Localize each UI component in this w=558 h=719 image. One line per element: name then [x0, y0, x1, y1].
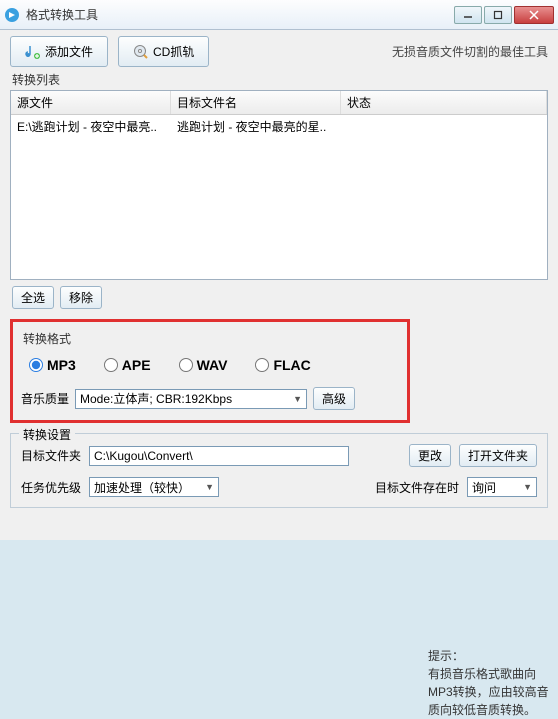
- cd-grab-button[interactable]: CD抓轨: [118, 36, 209, 67]
- titlebar: 格式转换工具: [0, 0, 558, 30]
- radio-mp3-input[interactable]: [29, 358, 43, 372]
- add-file-button[interactable]: 添加文件: [10, 36, 108, 67]
- content-area: 添加文件 CD抓轨 无损音质文件切割的最佳工具 转换列表 源文件 目标文件名 状…: [0, 30, 558, 540]
- remove-button[interactable]: 移除: [60, 286, 102, 309]
- settings-legend: 转换设置: [19, 426, 75, 443]
- row-source: E:\逃跑计划 - 夜空中最亮..: [11, 117, 171, 136]
- cd-icon: [133, 44, 149, 60]
- change-button[interactable]: 更改: [409, 444, 451, 467]
- row-status: [341, 117, 547, 136]
- priority-combo[interactable]: 加速处理（较快） ▼: [89, 477, 219, 497]
- priority-value: 加速处理（较快）: [94, 479, 190, 496]
- priority-label: 任务优先级: [21, 479, 81, 496]
- radio-wav[interactable]: WAV: [179, 357, 228, 373]
- quality-combo[interactable]: Mode:立体声; CBR:192Kbps ▼: [75, 389, 307, 409]
- open-folder-button[interactable]: 打开文件夹: [459, 444, 537, 467]
- conversion-list: 源文件 目标文件名 状态 E:\逃跑计划 - 夜空中最亮.. 逃跑计划 - 夜空…: [10, 90, 548, 280]
- add-file-label: 添加文件: [45, 43, 93, 60]
- radio-wav-input[interactable]: [179, 358, 193, 372]
- app-icon: [4, 7, 20, 23]
- exists-value: 询问: [472, 479, 496, 496]
- quality-value: Mode:立体声; CBR:192Kbps: [80, 390, 232, 407]
- settings-group: 转换设置 目标文件夹 更改 打开文件夹 任务优先级 加速处理（较快） ▼ 目标文…: [10, 433, 548, 508]
- chevron-down-icon: ▼: [523, 482, 532, 492]
- cd-grab-label: CD抓轨: [153, 43, 194, 60]
- radio-ape[interactable]: APE: [104, 357, 151, 373]
- minimize-button[interactable]: [454, 6, 482, 24]
- tagline: 无损音质文件切割的最佳工具: [392, 43, 548, 60]
- col-target[interactable]: 目标文件名: [171, 91, 341, 114]
- close-button[interactable]: [514, 6, 554, 24]
- list-buttons: 全选 移除: [12, 286, 546, 309]
- radio-flac-input[interactable]: [255, 358, 269, 372]
- format-radios: MP3 APE WAV FLAC: [29, 357, 399, 373]
- select-all-button[interactable]: 全选: [12, 286, 54, 309]
- format-label: 转换格式: [23, 330, 397, 347]
- tip-body: 有损音乐格式歌曲向MP3转换，应由较高音质向较低音质转换。: [428, 665, 558, 719]
- row-target: 逃跑计划 - 夜空中最亮的星..: [171, 117, 341, 136]
- advanced-button[interactable]: 高级: [313, 387, 355, 410]
- dest-label: 目标文件夹: [21, 447, 81, 464]
- dest-input[interactable]: [89, 446, 349, 466]
- radio-mp3[interactable]: MP3: [29, 357, 76, 373]
- list-label: 转换列表: [12, 71, 546, 88]
- radio-ape-input[interactable]: [104, 358, 118, 372]
- radio-flac[interactable]: FLAC: [255, 357, 310, 373]
- quality-row: 音乐质量 Mode:立体声; CBR:192Kbps ▼ 高级: [21, 387, 399, 410]
- window-title: 格式转换工具: [26, 6, 454, 23]
- window-controls: [454, 6, 554, 24]
- col-status[interactable]: 状态: [341, 91, 547, 114]
- tip-label: 提示：: [428, 647, 558, 665]
- chevron-down-icon: ▼: [205, 482, 214, 492]
- exists-combo[interactable]: 询问 ▼: [467, 477, 537, 497]
- list-item[interactable]: E:\逃跑计划 - 夜空中最亮.. 逃跑计划 - 夜空中最亮的星..: [11, 115, 547, 138]
- quality-label: 音乐质量: [21, 390, 69, 407]
- tip-panel: 提示： 有损音乐格式歌曲向MP3转换，应由较高音质向较低音质转换。: [428, 647, 558, 719]
- dest-row: 目标文件夹 更改 打开文件夹: [21, 444, 537, 467]
- music-add-icon: [25, 44, 41, 60]
- list-header: 源文件 目标文件名 状态: [11, 91, 547, 115]
- top-toolbar: 添加文件 CD抓轨 无损音质文件切割的最佳工具: [10, 36, 548, 67]
- priority-row: 任务优先级 加速处理（较快） ▼ 目标文件存在时 询问 ▼: [21, 477, 537, 497]
- col-source[interactable]: 源文件: [11, 91, 171, 114]
- exists-label: 目标文件存在时: [375, 479, 459, 496]
- chevron-down-icon: ▼: [293, 394, 302, 404]
- format-group: 转换格式 MP3 APE WAV FLAC 音乐质量 Mode:立体声; CBR…: [10, 319, 410, 423]
- maximize-button[interactable]: [484, 6, 512, 24]
